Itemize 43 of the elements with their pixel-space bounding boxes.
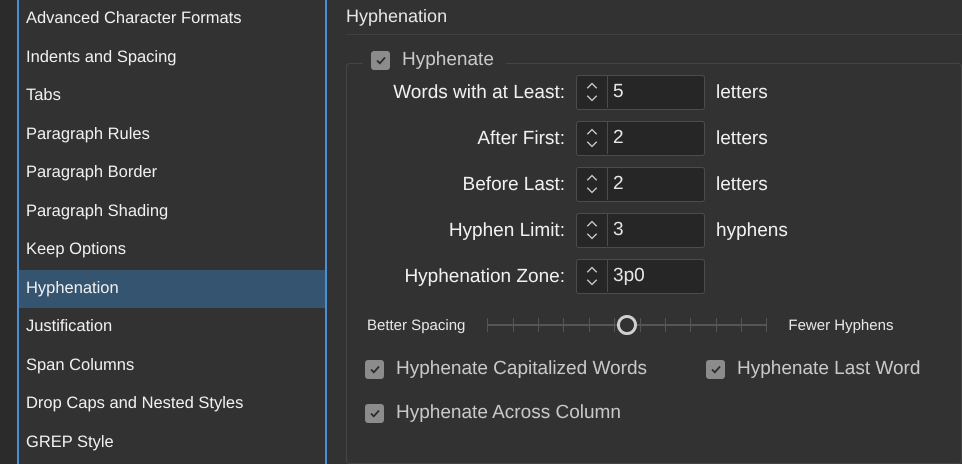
checkbox-label: Hyphenate Last Word	[737, 358, 920, 380]
slider-thumb[interactable]	[616, 315, 637, 336]
slider-label: Fewer Hyphens	[788, 316, 894, 334]
sidebar-item[interactable]: Span Columns	[19, 346, 325, 385]
sidebar-item[interactable]: Paragraph Rules	[19, 116, 325, 154]
sidebar-item[interactable]: Indents and Spacing	[19, 38, 325, 77]
sidebar-item[interactable]: Drop Caps and Nested Styles	[19, 385, 325, 424]
sidebar-item[interactable]: Advanced Character Formats	[19, 0, 325, 38]
field-label: Hyphen Limit:	[448, 220, 565, 242]
checkbox[interactable]	[371, 50, 390, 70]
checkbox-label: Hyphenate Across Column	[396, 402, 621, 424]
checkbox-label: Hyphenate	[402, 49, 494, 72]
check-icon	[368, 407, 380, 420]
sidebar-item[interactable]: Hyphenation	[19, 270, 325, 308]
sidebar-item[interactable]: Keep Options	[19, 231, 325, 270]
check-icon	[374, 54, 386, 66]
checkbox[interactable]	[365, 404, 384, 423]
unit-label: letters	[716, 128, 769, 150]
number-field[interactable]: 2	[576, 167, 705, 202]
number-field[interactable]: 2	[576, 121, 705, 156]
checkbox[interactable]	[365, 360, 384, 379]
check-icon	[710, 363, 722, 376]
checkbox-label: Hyphenate Capitalized Words	[396, 358, 648, 380]
number-field[interactable]: 5	[576, 75, 705, 110]
slider-label: Better Spacing	[367, 316, 466, 334]
field-label: Words with at Least:	[392, 82, 565, 104]
unit-label: letters	[716, 174, 769, 196]
section-title: Hyphenation	[346, 0, 962, 36]
sidebar-item[interactable]: Paragraph Shading	[19, 192, 325, 231]
sidebar-item[interactable]: Paragraph Border	[19, 154, 325, 192]
number-field[interactable]: 3	[576, 213, 705, 248]
field-label: Before Last:	[462, 174, 565, 196]
unit-label: hyphens	[716, 220, 789, 242]
check-icon	[368, 363, 380, 376]
field-label: Hyphenation Zone:	[403, 266, 565, 288]
sidebar-item[interactable]: GREP Style	[19, 424, 325, 462]
field-label: After First:	[476, 128, 565, 150]
unit-label: letters	[716, 82, 769, 104]
slider[interactable]	[487, 314, 766, 336]
sidebar-item[interactable]: Tabs	[19, 77, 325, 116]
checkbox[interactable]	[706, 360, 725, 379]
sidebar-item[interactable]: Justification	[19, 308, 325, 346]
number-field[interactable]: 3p0	[576, 259, 705, 294]
